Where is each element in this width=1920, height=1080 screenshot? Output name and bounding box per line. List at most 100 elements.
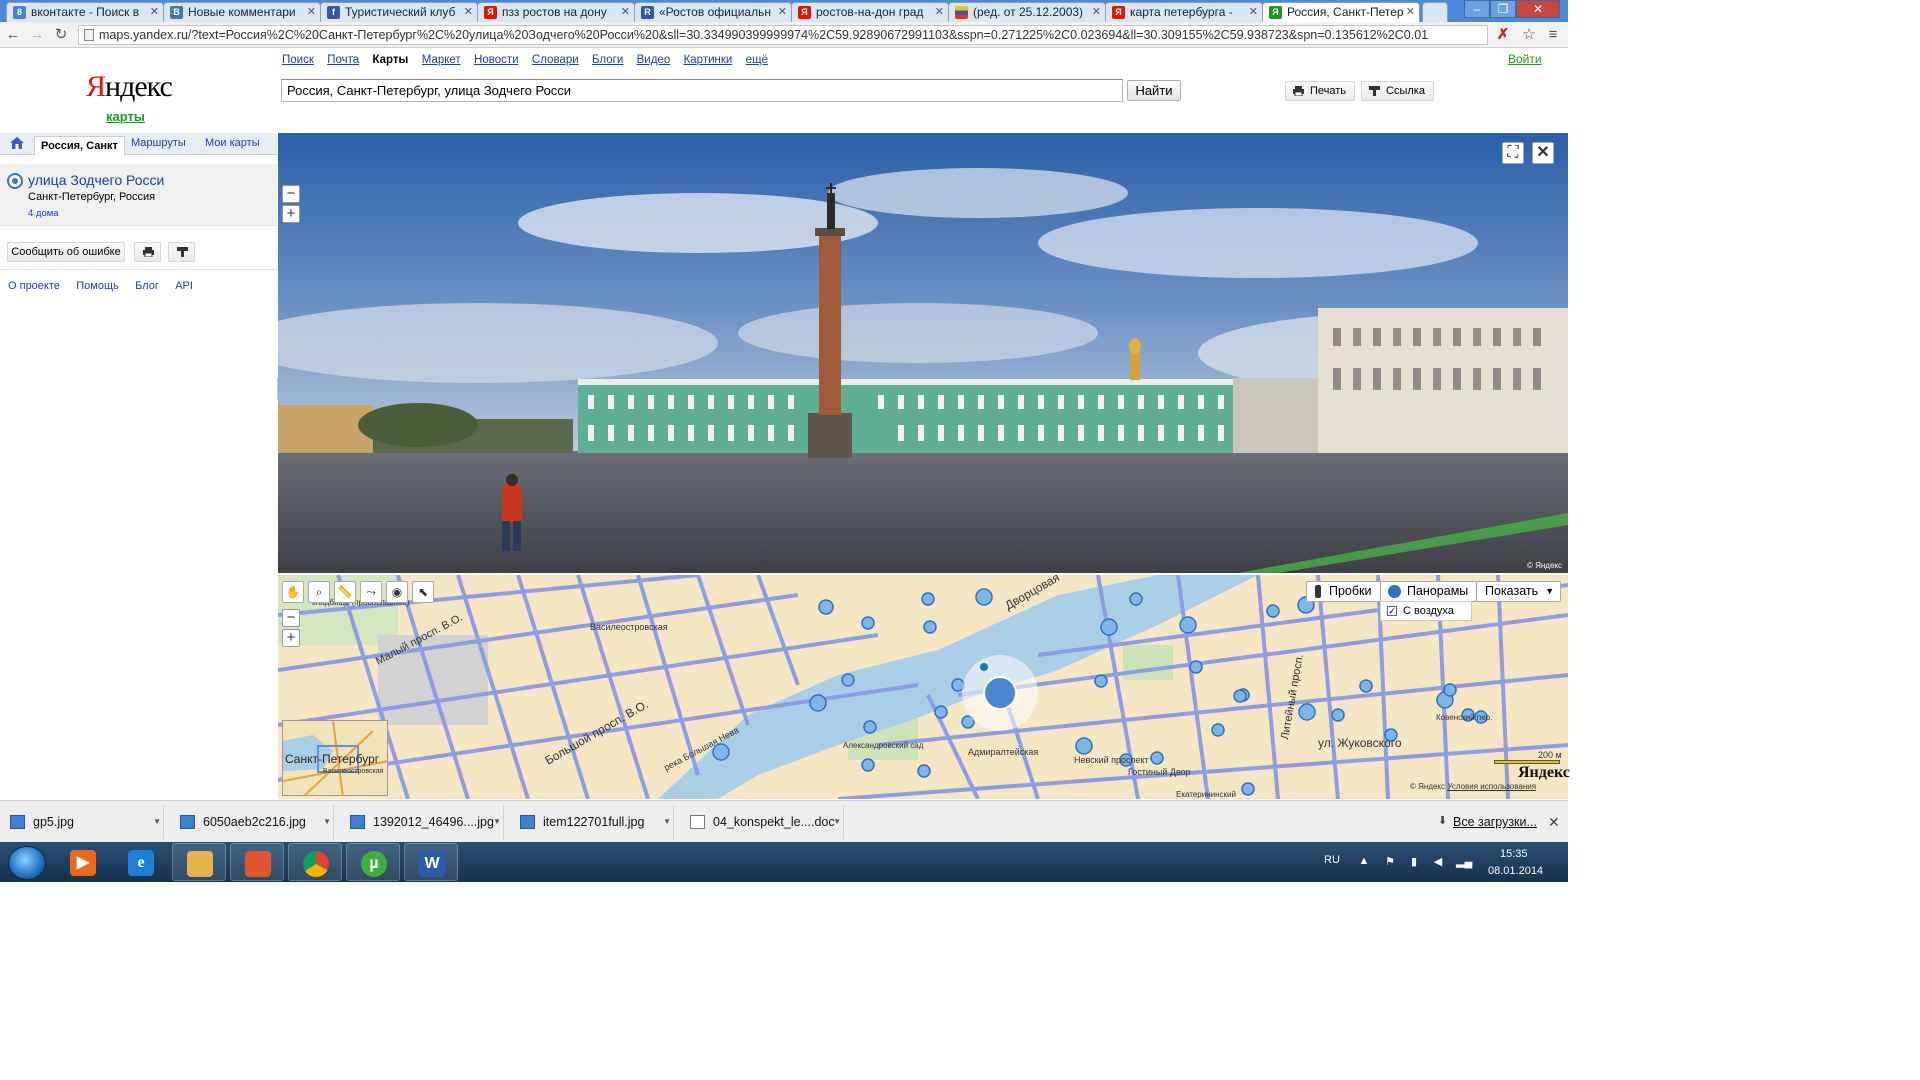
tab-close-icon[interactable]: ✕: [1406, 5, 1415, 18]
panoramas-button[interactable]: Панорамы: [1380, 581, 1478, 602]
search-input[interactable]: [281, 79, 1123, 102]
link-button[interactable]: Ссылка: [1361, 81, 1434, 101]
browser-tab[interactable]: Я карта петербурга - ✕: [1105, 2, 1263, 22]
minimize-window-button[interactable]: –: [1464, 0, 1490, 18]
service-link-video[interactable]: Видео: [637, 54, 671, 66]
extension-icon[interactable]: ✗: [1494, 26, 1512, 44]
download-item[interactable]: gp5.jpg ▼: [0, 805, 164, 839]
chrome-taskbar-button[interactable]: [288, 843, 342, 881]
chevron-down-icon[interactable]: ▼: [493, 805, 501, 839]
browser-tab[interactable]: 8 вконтакте - Поиск в ✕: [6, 2, 164, 22]
tab-close-icon[interactable]: ✕: [935, 5, 944, 18]
browser-tab[interactable]: R «Ростов официальн ✕: [634, 2, 792, 22]
route-tool-icon[interactable]: ⤳: [360, 581, 382, 603]
language-indicator[interactable]: RU: [1324, 854, 1340, 866]
service-link-blogs[interactable]: Блоги: [592, 54, 623, 66]
show-hidden-icons-icon[interactable]: ▲: [1358, 855, 1370, 868]
clock-time[interactable]: 15:35: [1500, 848, 1528, 860]
tab-close-icon[interactable]: ✕: [778, 5, 787, 18]
new-tab-button[interactable]: [1422, 2, 1448, 22]
service-link-dictionaries[interactable]: Словари: [532, 54, 579, 66]
panorama-tool-icon[interactable]: ◉: [386, 581, 408, 603]
search-button[interactable]: Найти: [1127, 80, 1181, 101]
network-icon[interactable]: ▂▄: [1456, 855, 1472, 868]
search-result-item[interactable]: улица Зодчего Росси Санкт-Петербург, Рос…: [0, 164, 277, 226]
paint-taskbar-button[interactable]: [230, 843, 284, 881]
link-result-button[interactable]: [168, 242, 195, 262]
clock-date[interactable]: 08.01.2014: [1488, 865, 1543, 877]
map-view[interactable]: Василеостровская Большой просп. В.О. Мал…: [278, 575, 1568, 799]
browser-tab[interactable]: (ред. от 25.12.2003) ✕: [948, 2, 1106, 22]
zoom-area-tool-icon[interactable]: ⌕: [308, 581, 330, 603]
internet-explorer-taskbar-button[interactable]: e: [114, 843, 168, 881]
close-downloads-icon[interactable]: ✕: [1548, 814, 1560, 831]
service-link-mail[interactable]: Почта: [327, 54, 359, 66]
utorrent-taskbar-button[interactable]: µ: [346, 843, 400, 881]
back-arrow-icon[interactable]: ←: [4, 26, 22, 44]
start-button[interactable]: [8, 846, 46, 880]
map-zoom-in-button[interactable]: +: [282, 629, 300, 647]
api-link[interactable]: API: [175, 280, 193, 292]
tab-close-icon[interactable]: ✕: [1249, 5, 1258, 18]
service-link-images[interactable]: Картинки: [684, 54, 733, 66]
forward-arrow-icon[interactable]: →: [28, 26, 46, 44]
ruler-tool-icon[interactable]: 📏: [334, 581, 356, 603]
service-link-market[interactable]: Маркет: [422, 54, 461, 66]
tab-search-results[interactable]: Россия, Санкт: [34, 136, 125, 156]
show-layers-dropdown[interactable]: Показать ▼: [1476, 581, 1562, 602]
url-input[interactable]: maps.yandex.ru/?text=Россия%2C%20Санкт-П…: [78, 25, 1488, 45]
result-houses-link[interactable]: 4 дома: [28, 208, 59, 219]
tab-close-icon[interactable]: ✕: [621, 5, 630, 18]
home-icon[interactable]: [10, 137, 24, 149]
report-error-button[interactable]: Сообщить об ошибке: [7, 242, 125, 262]
service-link-more[interactable]: ещё: [746, 54, 768, 66]
word-taskbar-button[interactable]: W: [404, 843, 458, 881]
yandex-logo[interactable]: Яндекс: [86, 70, 176, 103]
map-zoom-out-button[interactable]: −: [282, 609, 300, 627]
print-button[interactable]: Печать: [1285, 81, 1356, 101]
all-downloads-link[interactable]: Все загрузки...: [1453, 815, 1537, 829]
chevron-down-icon[interactable]: ▼: [833, 805, 841, 839]
browser-tab-active[interactable]: Я Россия, Санкт-Петер ✕: [1262, 2, 1420, 22]
explorer-taskbar-button[interactable]: [172, 843, 226, 881]
tab-close-icon[interactable]: ✕: [307, 5, 316, 18]
about-link[interactable]: О проекте: [8, 280, 60, 292]
maps-service-link[interactable]: карты: [106, 109, 145, 124]
star-icon[interactable]: ☆: [1520, 26, 1538, 44]
battery-icon[interactable]: ▮: [1408, 855, 1420, 868]
action-center-flag-icon[interactable]: ⚑: [1384, 855, 1396, 868]
chevron-down-icon[interactable]: ▼: [153, 805, 161, 839]
browser-tab[interactable]: B Новые комментари ✕: [163, 2, 321, 22]
close-window-button[interactable]: ✕: [1516, 0, 1560, 18]
download-item[interactable]: 1392012_46496....jpg ▼: [340, 805, 504, 839]
help-link[interactable]: Помощь: [76, 280, 119, 292]
download-item[interactable]: 04_konspekt_le....doc ▼: [680, 805, 844, 839]
close-panorama-icon[interactable]: ✕: [1532, 142, 1554, 164]
tab-close-icon[interactable]: ✕: [1092, 5, 1101, 18]
traffic-button[interactable]: Пробки: [1306, 581, 1381, 602]
aerial-checkbox[interactable]: ✓ С воздуха: [1380, 601, 1472, 621]
hand-tool-icon[interactable]: ✋: [282, 581, 304, 603]
service-link-search[interactable]: Поиск: [282, 54, 314, 66]
tab-close-icon[interactable]: ✕: [150, 5, 159, 18]
terms-link[interactable]: Условия использования: [1447, 782, 1536, 791]
download-item[interactable]: item122701full.jpg ▼: [510, 805, 674, 839]
overview-minimap[interactable]: Санкт-Петербург Василеостровская: [282, 720, 388, 796]
fullscreen-icon[interactable]: ⛶: [1502, 142, 1524, 164]
volume-icon[interactable]: ◀: [1432, 855, 1444, 868]
panorama-zoom-in-button[interactable]: +: [282, 205, 300, 223]
tab-close-icon[interactable]: ✕: [464, 5, 473, 18]
blog-link[interactable]: Блог: [135, 280, 159, 292]
tab-my-maps[interactable]: Мои карты: [205, 137, 260, 149]
tab-routes[interactable]: Маршруты: [131, 137, 186, 149]
reload-icon[interactable]: ↻: [52, 26, 70, 44]
media-player-taskbar-button[interactable]: ▶: [56, 843, 110, 881]
menu-icon[interactable]: ≡: [1544, 26, 1562, 44]
chevron-down-icon[interactable]: ▼: [663, 805, 671, 839]
browser-tab[interactable]: Я ростов-на-дон град ✕: [791, 2, 949, 22]
print-result-button[interactable]: [134, 242, 161, 262]
download-item[interactable]: 6050aeb2c216.jpg ▼: [170, 805, 334, 839]
service-link-news[interactable]: Новости: [474, 54, 519, 66]
browser-tab[interactable]: f Туристический клуб ✕: [320, 2, 478, 22]
select-tool-icon[interactable]: ⬉: [412, 581, 434, 603]
